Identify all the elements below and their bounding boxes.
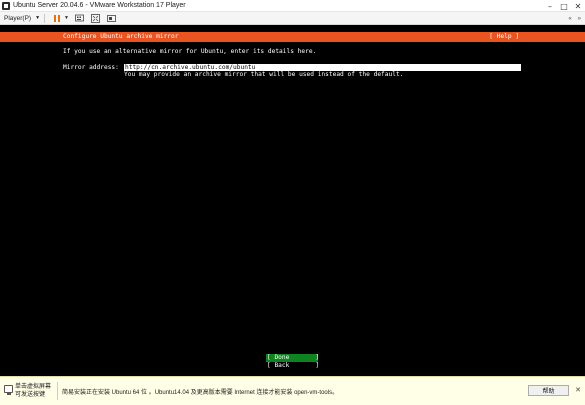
click-hint-line1: 单击虚拟屏幕: [15, 384, 52, 390]
window-title: Ubuntu Server 20.04.6 - VMware Workstati…: [13, 2, 186, 9]
help-button[interactable]: [ Help ]: [489, 33, 519, 40]
back-button[interactable]: [ Back ]: [266, 362, 319, 370]
player-menu-button[interactable]: Player(P) ▼: [4, 15, 40, 22]
chevron-down-icon: ▼: [35, 15, 41, 21]
player-toolbar: Player(P) ▼ ▼ « »: [0, 12, 585, 25]
installer-header: Configure Ubuntu archive mirror [ Help ]: [0, 32, 585, 42]
installer-title: Configure Ubuntu archive mirror: [63, 33, 179, 40]
pause-icon[interactable]: [52, 13, 62, 23]
fit-guest-icon[interactable]: [90, 13, 100, 23]
notification-divider: [57, 382, 58, 400]
mirror-address-input[interactable]: http://cn.archive.ubuntu.com/ubuntu: [124, 63, 521, 71]
done-button[interactable]: [ Done ]: [266, 354, 319, 362]
mirror-address-label: Mirror address:: [63, 64, 119, 71]
window-controls: – □ ✕: [543, 0, 585, 12]
close-icon[interactable]: ✕: [574, 386, 582, 394]
vmware-app-icon: [2, 1, 10, 10]
send-ctrl-alt-del-icon[interactable]: [74, 13, 84, 23]
back-arrows-icon[interactable]: «: [568, 16, 571, 22]
help-dialog-button[interactable]: 帮助: [528, 385, 569, 396]
install-status-message: 简易安装正在安装 Ubuntu 64 位 。Ubuntu14.04 及更高版本需…: [62, 390, 339, 396]
vm-console-screen[interactable]: Configure Ubuntu archive mirror [ Help ]…: [0, 25, 585, 376]
toolbar-divider: [44, 13, 46, 23]
mirror-intro-text: If you use an alternative mirror for Ubu…: [63, 48, 317, 55]
maximize-button[interactable]: □: [557, 0, 571, 12]
player-menu-label: Player(P): [4, 14, 32, 22]
unity-icon[interactable]: [106, 13, 116, 23]
mirror-help-text: You may provide an archive mirror that w…: [124, 71, 404, 78]
window-titlebar: Ubuntu Server 20.04.6 - VMware Workstati…: [0, 0, 585, 12]
pause-dropdown-icon[interactable]: ▼: [64, 15, 69, 21]
expand-icon[interactable]: »: [578, 16, 581, 22]
click-hint-line2: 可发送按键: [15, 391, 46, 398]
minimize-button[interactable]: –: [543, 0, 557, 12]
notification-bar: 单击虚拟屏幕 可发送按键 简易安装正在安装 Ubuntu 64 位 。Ubunt…: [0, 376, 585, 405]
click-screen-hint: 单击虚拟屏幕 可发送按键: [15, 384, 51, 399]
close-button[interactable]: ✕: [571, 0, 585, 12]
toolbar-right: « »: [568, 12, 581, 25]
monitor-icon: [4, 385, 13, 395]
